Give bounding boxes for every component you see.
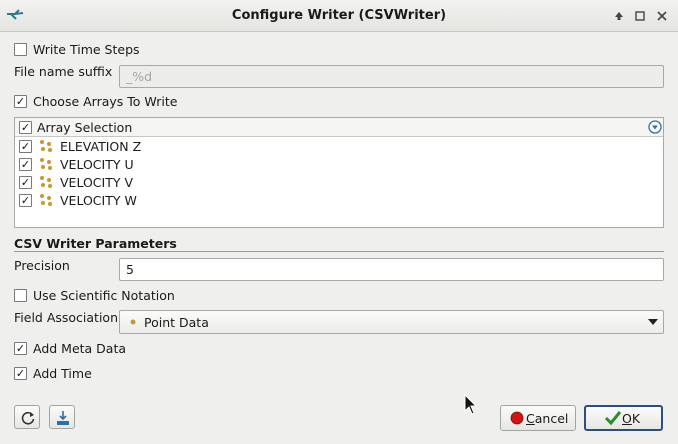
maximize-button[interactable] xyxy=(630,6,650,26)
array-selection-header: ✓ Array Selection xyxy=(15,118,663,137)
point-data-icon xyxy=(40,140,52,152)
cancel-icon xyxy=(510,411,524,425)
list-item[interactable]: ✓ ELEVATION Z xyxy=(15,138,663,156)
file-name-suffix-label: File name suffix xyxy=(14,64,113,79)
parameters-section-title: CSV Writer Parameters xyxy=(14,236,177,251)
choose-arrays-checkbox[interactable]: ✓ xyxy=(14,95,27,108)
precision-label: Precision xyxy=(14,258,70,273)
write-time-steps-label: Write Time Steps xyxy=(33,42,140,57)
section-divider xyxy=(14,251,664,252)
array-label: VELOCITY U xyxy=(60,157,134,172)
array-selection-list[interactable]: ✓ Array Selection ✓ ELEVATION Z ✓ VELOCI… xyxy=(14,117,664,228)
list-item[interactable]: ✓ VELOCITY V xyxy=(15,174,663,192)
array-label: ELEVATION Z xyxy=(60,139,142,154)
add-meta-data-checkbox[interactable]: ✓ xyxy=(14,342,27,355)
array-label: VELOCITY V xyxy=(60,175,134,190)
scientific-notation-label: Use Scientific Notation xyxy=(33,288,175,303)
array-checkbox[interactable]: ✓ xyxy=(19,158,32,171)
select-all-arrays-checkbox[interactable]: ✓ xyxy=(19,121,32,134)
save-defaults-icon xyxy=(57,411,69,425)
reset-icon xyxy=(21,411,35,425)
field-association-label: Field Association xyxy=(14,310,118,325)
maximize-icon xyxy=(635,11,645,21)
point-data-icon xyxy=(40,158,52,170)
array-checkbox[interactable]: ✓ xyxy=(19,140,32,153)
point-data-icon xyxy=(130,319,136,325)
checkmark-icon xyxy=(604,411,622,426)
reset-button[interactable] xyxy=(14,405,40,429)
add-meta-data-label: Add Meta Data xyxy=(33,341,127,356)
add-time-label: Add Time xyxy=(33,366,92,381)
list-item[interactable]: ✓ VELOCITY U xyxy=(15,156,663,174)
close-button[interactable] xyxy=(652,6,672,26)
write-time-steps-checkbox[interactable] xyxy=(14,43,27,56)
array-checkbox[interactable]: ✓ xyxy=(19,176,32,189)
cancel-button[interactable]: Cancel xyxy=(500,405,576,431)
array-checkbox[interactable]: ✓ xyxy=(19,194,32,207)
chevron-down-icon xyxy=(648,319,658,325)
filter-dropdown-icon[interactable] xyxy=(648,120,662,134)
field-association-select[interactable]: Point Data xyxy=(119,310,664,334)
point-data-icon xyxy=(40,176,52,188)
ok-button[interactable]: OK xyxy=(584,405,663,431)
choose-arrays-label: Choose Arrays To Write xyxy=(33,94,178,109)
field-association-value: Point Data xyxy=(144,315,209,330)
precision-input[interactable]: 5 xyxy=(119,258,664,281)
up-arrow-icon xyxy=(615,12,623,20)
close-icon xyxy=(657,11,667,21)
window-title: Configure Writer (CSVWriter) xyxy=(231,8,447,23)
array-selection-header-label: Array Selection xyxy=(37,120,133,135)
mouse-cursor-icon xyxy=(464,394,478,415)
cancel-label: Cancel xyxy=(526,411,569,426)
keep-above-button[interactable] xyxy=(609,6,629,26)
point-data-icon xyxy=(40,194,52,206)
file-name-suffix-input[interactable]: _%d xyxy=(119,65,664,88)
save-defaults-button[interactable] xyxy=(49,405,75,429)
list-item[interactable]: ✓ VELOCITY W xyxy=(15,192,663,210)
array-label: VELOCITY W xyxy=(60,193,137,208)
ok-label: OK xyxy=(622,411,641,426)
scientific-notation-checkbox[interactable] xyxy=(14,289,27,302)
title-bar: Configure Writer (CSVWriter) xyxy=(0,0,678,32)
add-time-checkbox[interactable]: ✓ xyxy=(14,367,27,380)
